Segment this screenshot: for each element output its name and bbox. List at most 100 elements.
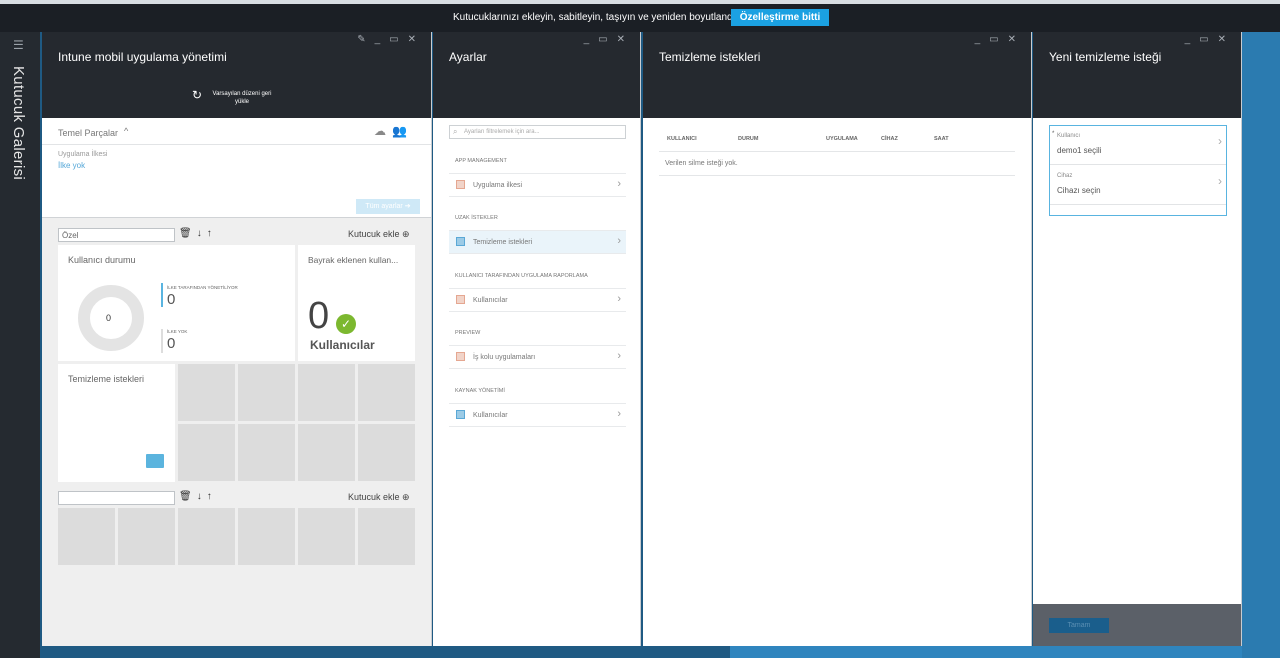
flagged-users-tile[interactable]: Bayrak eklenen kullan... 0 ✓ Kullanıcıla…	[298, 245, 415, 361]
tile-placeholder[interactable]	[358, 424, 415, 481]
no-policy-value: 0	[167, 335, 176, 352]
group-toolbar: 🗑↓↑	[179, 491, 217, 502]
no-policy-bar	[161, 329, 163, 353]
group-name-input[interactable]	[58, 228, 175, 242]
users-icon[interactable]: 👥	[392, 124, 413, 138]
reset-layout-label[interactable]: Varsayılan düzeni geri yükle	[207, 90, 277, 106]
tile-placeholder[interactable]	[358, 364, 415, 421]
section-header: APP MANAGEMENT	[455, 158, 507, 164]
minimize-icon[interactable]: _	[975, 34, 990, 45]
blade-title: Intune mobil uygulama yönetimi	[58, 50, 227, 64]
tile-placeholder[interactable]	[178, 364, 235, 421]
cloud-icon[interactable]: ☁	[374, 124, 392, 138]
item-label: Kullanıcılar	[473, 412, 508, 419]
policy-icon	[456, 180, 465, 189]
maximize-icon[interactable]: ▭	[389, 34, 407, 45]
settings-item-users-report[interactable]: Kullanıcılar ›	[449, 288, 626, 312]
tile-placeholder[interactable]	[58, 508, 115, 565]
trash-icon[interactable]: 🗑	[179, 228, 197, 239]
arrow-up-icon[interactable]: ↑	[207, 491, 217, 502]
tile-placeholder[interactable]	[298, 364, 355, 421]
column-header-device[interactable]: CİHAZ	[881, 136, 898, 142]
blade-header: Yeni temizleme isteği _▭✕	[1033, 32, 1241, 118]
tile-placeholder[interactable]	[298, 508, 355, 565]
settings-item-app-policy[interactable]: Uygulama ilkesi ›	[449, 173, 626, 197]
add-tile-button[interactable]: Kutucuk ekle ⊕	[348, 492, 410, 503]
column-header-app[interactable]: UYGULAMA	[826, 136, 858, 142]
close-icon[interactable]: ✕	[1218, 34, 1235, 45]
flagged-caption: Kullanıcılar	[310, 338, 375, 352]
monitor-icon	[456, 237, 465, 246]
arrow-down-icon[interactable]: ↓	[197, 491, 207, 502]
essentials-panel: Temel Parçalar ^ ☁👥 Uygulama İlkesi İlke…	[42, 118, 431, 218]
add-tile-label: Kutucuk ekle	[348, 229, 400, 239]
minimize-icon[interactable]: _	[375, 34, 390, 45]
settings-item-wipe-requests[interactable]: Temizleme istekleri ›	[449, 230, 626, 254]
tile-placeholder[interactable]	[298, 424, 355, 481]
no-policy-label: İLKE YOK	[167, 329, 188, 334]
wipe-requests-tile[interactable]: Temizleme istekleri	[58, 364, 175, 482]
tile-placeholder[interactable]	[358, 508, 415, 565]
add-tile-button[interactable]: Kutucuk ekle ⊕	[348, 229, 410, 240]
reset-layout-icon[interactable]: ↻	[192, 88, 202, 102]
arrow-up-icon[interactable]: ↑	[207, 228, 217, 239]
pin-icon[interactable]: ✎	[357, 34, 374, 45]
tile-gallery-title: Kutucuk Galerisi	[10, 66, 27, 181]
app-icon	[456, 352, 465, 361]
essentials-title[interactable]: Temel Parçalar	[58, 128, 118, 138]
group-toolbar: 🗑↓↑	[179, 228, 217, 239]
done-customizing-button[interactable]: Özelleştirme bitti	[731, 9, 829, 26]
tile-title: Kullanıcı durumu	[68, 255, 136, 265]
section-header: KULLANICI TARAFINDAN UYGULAMA RAPORLAMA	[455, 273, 588, 279]
blade-controls: _▭✕	[1185, 34, 1235, 45]
chevron-up-icon[interactable]: ^	[124, 126, 128, 136]
blade-title: Yeni temizleme isteği	[1049, 50, 1162, 64]
policy-value-link[interactable]: İlke yok	[58, 161, 85, 170]
tile-placeholder[interactable]	[238, 508, 295, 565]
user-selector[interactable]: * Kullanıcı demo1 seçili ›	[1050, 126, 1226, 165]
required-marker: *	[1052, 131, 1055, 137]
customize-banner: Kutucuklarınızı ekleyin, sabitleyin, taş…	[0, 0, 1280, 32]
trash-icon[interactable]: 🗑	[179, 491, 197, 502]
minimize-icon[interactable]: _	[1185, 34, 1200, 45]
maximize-icon[interactable]: ▭	[1199, 34, 1217, 45]
column-header-time[interactable]: SAAT	[934, 136, 949, 142]
minimize-icon[interactable]: _	[584, 34, 599, 45]
all-settings-button[interactable]: Tüm ayarlar ➔	[356, 199, 420, 214]
hamburger-menu-icon[interactable]: ☰	[13, 38, 24, 52]
window-top-strip	[0, 0, 1280, 4]
table-divider	[659, 151, 1015, 152]
maximize-icon[interactable]: ▭	[598, 34, 616, 45]
close-icon[interactable]: ✕	[617, 34, 634, 45]
column-header-status[interactable]: DURUM	[738, 136, 758, 142]
item-label: Uygulama ilkesi	[473, 182, 523, 189]
group-name-input[interactable]	[58, 491, 175, 505]
chevron-right-icon: ›	[617, 235, 621, 247]
chevron-right-icon: ›	[1218, 174, 1222, 188]
tile-placeholder[interactable]	[178, 424, 235, 481]
close-icon[interactable]: ✕	[408, 34, 425, 45]
wipe-request-form: * Kullanıcı demo1 seçili › Cihaz Cihazı …	[1049, 125, 1227, 216]
chevron-right-icon: ›	[617, 293, 621, 305]
tile-placeholder[interactable]	[238, 364, 295, 421]
chevron-right-icon: ›	[617, 408, 621, 420]
column-header-user[interactable]: KULLANICI	[667, 136, 697, 142]
tile-placeholder[interactable]	[178, 508, 235, 565]
blade-new-wipe-request: Yeni temizleme isteği _▭✕ * Kullanıcı de…	[1033, 32, 1242, 646]
settings-item-resource-users[interactable]: Kullanıcılar ›	[449, 403, 626, 427]
device-selector[interactable]: Cihaz Cihazı seçin ›	[1050, 166, 1226, 205]
blade-controls: _▭✕	[975, 34, 1025, 45]
tile-placeholder[interactable]	[118, 508, 175, 565]
search-icon: ⌕	[453, 127, 458, 136]
ok-button[interactable]: Tamam	[1049, 618, 1109, 633]
blade-header: Ayarlar _▭✕	[433, 32, 640, 118]
maximize-icon[interactable]: ▭	[989, 34, 1007, 45]
close-icon[interactable]: ✕	[1008, 34, 1025, 45]
settings-search-input[interactable]: ⌕ Ayarları filtrelemek için ara...	[449, 125, 626, 139]
user-status-tile[interactable]: Kullanıcı durumu 0 İLKE TARAFINDAN YÖNET…	[58, 245, 295, 361]
tile-placeholder[interactable]	[238, 424, 295, 481]
arrow-down-icon[interactable]: ↓	[197, 228, 207, 239]
monitor-icon	[146, 454, 164, 468]
add-tile-label: Kutucuk ekle	[348, 492, 400, 502]
settings-item-lob-apps[interactable]: İş kolu uygulamaları ›	[449, 345, 626, 369]
